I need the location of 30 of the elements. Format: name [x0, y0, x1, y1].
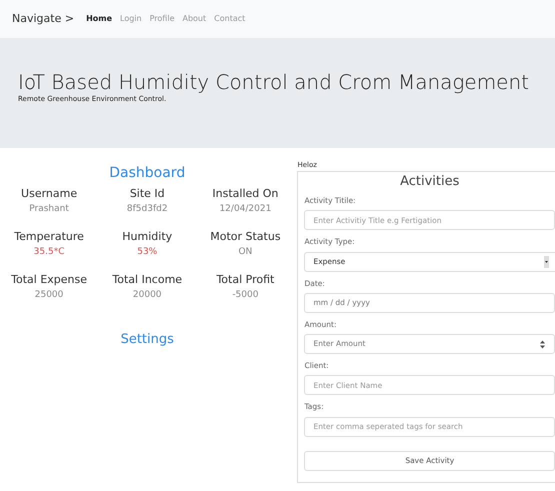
- nav-link[interactable]: Login: [120, 13, 142, 25]
- stat-value: Prashant: [28, 202, 70, 216]
- stat-label: Installed On: [211, 186, 280, 202]
- stat-label: Motor Status: [209, 229, 282, 245]
- stat-value: 25000: [34, 288, 64, 302]
- spinner-icon[interactable]: [539, 340, 546, 348]
- stat-value: 35.5*C: [32, 246, 66, 258]
- nav-link[interactable]: Home: [86, 13, 112, 25]
- dropdown-icon: [544, 256, 549, 268]
- stat-label: Total Income: [111, 272, 184, 288]
- stat-label: Total Profit: [215, 272, 276, 288]
- nav-link[interactable]: About: [182, 13, 206, 25]
- page-title: IoT Based Humidity Control and Crom Management: [18, 70, 530, 94]
- stat-label: Humidity: [121, 229, 174, 245]
- stat-value: 53%: [136, 246, 158, 258]
- stat-value: 8f5d3fd2: [126, 202, 169, 216]
- form-title: Activities: [399, 172, 460, 190]
- stat-label: Site Id: [128, 186, 166, 202]
- stat-label: Total Expense: [10, 272, 88, 288]
- stat-value: 12/04/2021: [218, 202, 272, 216]
- brand-label: Navigate >: [12, 10, 74, 27]
- stat-value: -5000: [231, 288, 260, 302]
- stat-label: Temperature: [13, 229, 85, 245]
- stat-value: ON: [237, 246, 254, 258]
- section-title: Dashboard: [108, 164, 186, 183]
- stat-value: 20000: [132, 288, 163, 302]
- nav-link[interactable]: Contact: [214, 13, 246, 25]
- nav-link[interactable]: Profile: [150, 13, 174, 25]
- stat-label: Username: [20, 186, 78, 202]
- settings-link[interactable]: Settings: [0, 330, 294, 350]
